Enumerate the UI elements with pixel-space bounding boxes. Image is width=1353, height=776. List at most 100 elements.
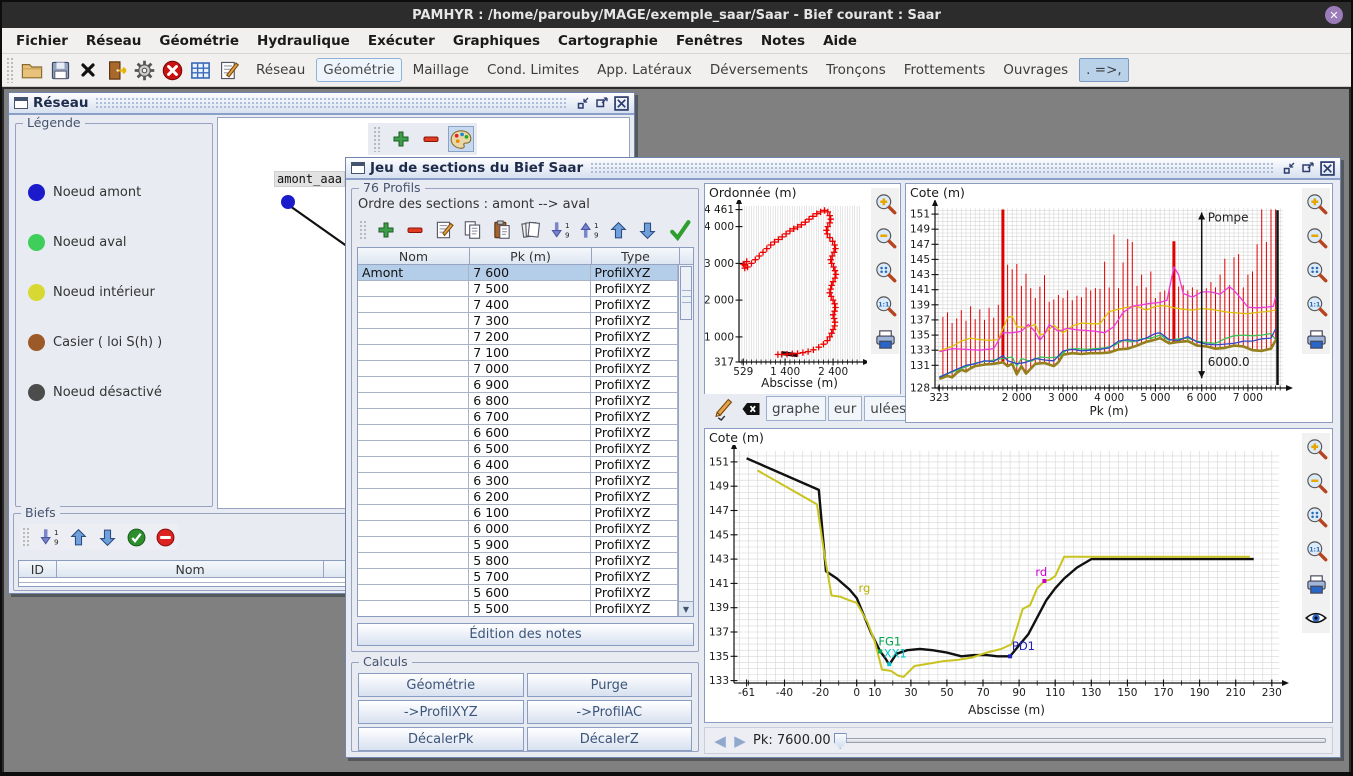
cell[interactable]: 6 600	[469, 425, 590, 440]
apply-check-icon[interactable]	[667, 217, 693, 243]
toolbar-drag-handle[interactable]	[373, 126, 382, 152]
scrollbar-thumb[interactable]	[680, 266, 692, 320]
plan-view-plot[interactable]: 5291 4002 4003171 0002 0003 0004 0004 46…	[705, 200, 867, 394]
section-row[interactable]: Amont7 600ProfilXYZ	[358, 265, 678, 281]
cell[interactable]	[358, 521, 469, 536]
section-row[interactable]: 7 100ProfilXYZ	[358, 345, 678, 361]
cell[interactable]	[358, 345, 469, 360]
long-profile-plot[interactable]: Pompe6000.03232 0003 0004 0005 0006 0007…	[906, 200, 1296, 422]
cell[interactable]: ProfilXYZ	[591, 265, 678, 280]
cell[interactable]	[358, 329, 469, 344]
section-row[interactable]: 5 500ProfilXYZ	[358, 601, 678, 616]
toolbar-button-maillage[interactable]: Maillage	[406, 58, 476, 82]
biefs-column-nom[interactable]: Nom	[57, 561, 325, 577]
section-row[interactable]: 6 300ProfilXYZ	[358, 473, 678, 489]
calc-button-d-calerz[interactable]: DécalerZ	[527, 727, 693, 751]
cell[interactable]	[358, 281, 469, 296]
section-row[interactable]: 7 500ProfilXYZ	[358, 281, 678, 297]
cell[interactable]	[358, 441, 469, 456]
open-folder-icon[interactable]	[19, 57, 45, 83]
cell[interactable]	[358, 425, 469, 440]
cell[interactable]	[358, 393, 469, 408]
toolbar-drag-handle[interactable]	[359, 220, 368, 240]
zoom-1-1-icon[interactable]: 1:1	[1303, 292, 1329, 318]
section-row[interactable]: 6 100ProfilXYZ	[358, 505, 678, 521]
cell[interactable]: ProfilXYZ	[591, 329, 678, 344]
scrollbar-down-arrow[interactable]: ▼	[679, 601, 693, 616]
move-up-icon[interactable]	[65, 524, 91, 550]
cell[interactable]	[358, 297, 469, 312]
long-profile-panel[interactable]: Cote (m) Pompe6000.03232 0003 0004 0005 …	[905, 183, 1333, 423]
edit-pencil-icon[interactable]	[710, 396, 736, 422]
section-row[interactable]: 7 200ProfilXYZ	[358, 329, 678, 345]
calc-button--profilxyz[interactable]: ->ProfilXYZ	[358, 700, 524, 724]
section-row[interactable]: 6 500ProfilXYZ	[358, 441, 678, 457]
cell[interactable]	[358, 569, 469, 584]
door-exit-icon[interactable]	[103, 57, 129, 83]
cell[interactable]: 6 400	[469, 457, 590, 472]
cell[interactable]: 6 900	[469, 377, 590, 392]
print-icon[interactable]	[1303, 326, 1329, 352]
cell[interactable]: ProfilXYZ	[591, 281, 678, 296]
cell[interactable]	[358, 537, 469, 552]
print-icon[interactable]	[872, 326, 898, 352]
cell[interactable]: Amont	[358, 265, 469, 280]
sections-column-pk[interactable]: Pk (m)	[470, 248, 592, 264]
section-row[interactable]: 5 700ProfilXYZ	[358, 569, 678, 585]
menu-cartographie[interactable]: Cartographie	[550, 30, 666, 52]
menu-aide[interactable]: Aide	[815, 30, 865, 52]
calc-button-d-calerpk[interactable]: DécalerPk	[358, 727, 524, 751]
stop-icon[interactable]	[159, 57, 185, 83]
cell[interactable]	[358, 585, 469, 600]
app-titlebar[interactable]: PAMHYR : /home/parouby/MAGE/exemple_saar…	[2, 2, 1351, 28]
zoom-fit-icon[interactable]	[872, 258, 898, 284]
cell[interactable]: ProfilXYZ	[591, 569, 678, 584]
section-row[interactable]: 6 900ProfilXYZ	[358, 377, 678, 393]
cell[interactable]: ProfilXYZ	[591, 537, 678, 552]
cell[interactable]: 5 800	[469, 553, 590, 568]
win-close-icon[interactable]	[1319, 161, 1335, 176]
zoom-fit-icon[interactable]	[1303, 503, 1329, 529]
sort-down-icon[interactable]: 19	[547, 217, 573, 243]
cell[interactable]: 7 100	[469, 345, 590, 360]
menu-hydraulique[interactable]: Hydraulique	[249, 30, 358, 52]
cell[interactable]: 6 100	[469, 505, 590, 520]
zoom-out-icon[interactable]	[872, 224, 898, 250]
win-min-icon[interactable]	[1281, 161, 1297, 176]
zoom-1-1-icon[interactable]: 1:1	[872, 292, 898, 318]
cell[interactable]: 6 200	[469, 489, 590, 504]
zoom-out-icon[interactable]	[1303, 469, 1329, 495]
cell[interactable]: 6 000	[469, 521, 590, 536]
app-close-button[interactable]: ✕	[1325, 6, 1343, 24]
calc-button-purge[interactable]: Purge	[527, 673, 693, 697]
toolbar-button-r-seau[interactable]: Réseau	[249, 58, 312, 82]
section-row[interactable]: 5 800ProfilXYZ	[358, 553, 678, 569]
cell[interactable]: 6 800	[469, 393, 590, 408]
cell[interactable]	[358, 409, 469, 424]
save-floppy-icon[interactable]	[47, 57, 73, 83]
remove-minus-icon[interactable]	[402, 217, 428, 243]
section-row[interactable]: 7 000ProfilXYZ	[358, 361, 678, 377]
section-row[interactable]: 6 400ProfilXYZ	[358, 457, 678, 473]
duplicate-icon[interactable]	[518, 217, 544, 243]
sort-down-icon[interactable]: 19	[36, 524, 62, 550]
plan-tab-eur[interactable]: eur	[828, 396, 862, 421]
palette-icon[interactable]	[448, 126, 474, 152]
menu-géométrie[interactable]: Géométrie	[151, 30, 247, 52]
cell[interactable]: ProfilXYZ	[591, 393, 678, 408]
toolbar-drag-handle[interactable]	[6, 57, 15, 83]
paste-icon[interactable]	[489, 217, 515, 243]
cell[interactable]	[358, 313, 469, 328]
network-node-amont[interactable]	[281, 195, 295, 209]
cell[interactable]: 7 500	[469, 281, 590, 296]
cell[interactable]: ProfilXYZ	[591, 361, 678, 376]
cell[interactable]: ProfilXYZ	[591, 505, 678, 520]
cell[interactable]	[358, 601, 469, 616]
toolbar-drag-handle[interactable]	[22, 527, 31, 547]
add-plus-icon[interactable]	[388, 126, 414, 152]
cell[interactable]: 5 700	[469, 569, 590, 584]
grid-table-icon[interactable]	[187, 57, 213, 83]
cell[interactable]: ProfilXYZ	[591, 473, 678, 488]
toolbar-button-d-versements[interactable]: Déversements	[703, 58, 815, 82]
close-x-icon[interactable]	[75, 57, 101, 83]
